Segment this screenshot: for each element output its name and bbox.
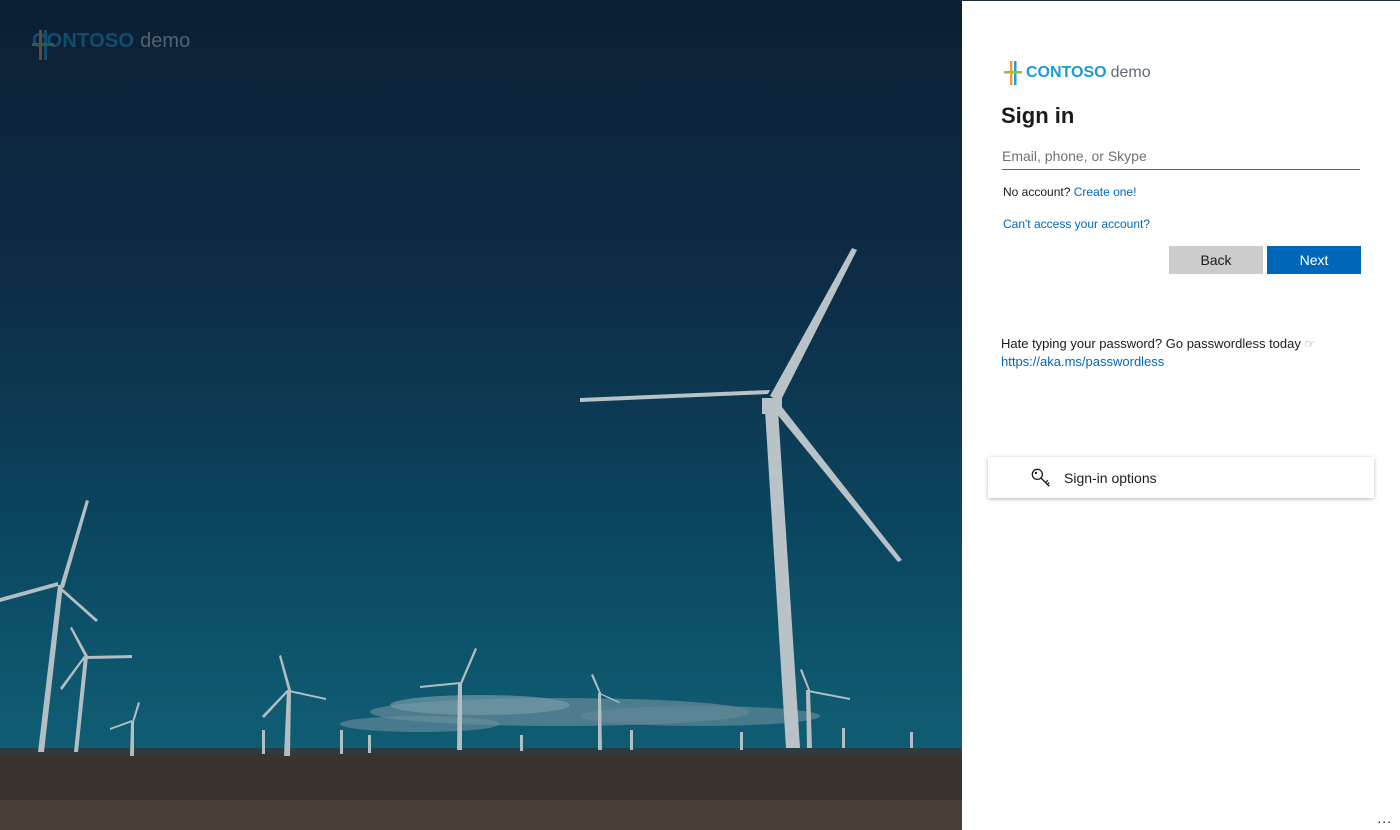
background-logo-suffix: demo: [140, 30, 191, 52]
passwordless-promo: Hate typing your password? Go passwordle…: [1001, 335, 1315, 371]
cant-access-row: Can't access your account?: [1003, 217, 1150, 231]
wind-farm-scene: [0, 248, 962, 830]
background-image: CONTOSO demo: [0, 0, 962, 830]
logo-suffix: demo: [1110, 64, 1151, 81]
key-icon: [1031, 468, 1050, 487]
no-account-text: No account?: [1003, 185, 1071, 199]
next-button[interactable]: Next: [1267, 246, 1361, 274]
sign-in-panel: CONTOSO demo Sign in No account? Create …: [962, 0, 1400, 830]
cant-access-link[interactable]: Can't access your account?: [1003, 217, 1150, 231]
sign-in-options-label: Sign-in options: [1064, 469, 1157, 486]
background-logo: CONTOSO demo: [32, 30, 191, 60]
back-button[interactable]: Back: [1169, 246, 1263, 274]
no-account-row: No account? Create one!: [1003, 185, 1136, 199]
pointing-hand-icon: ☞: [1304, 337, 1316, 351]
contoso-logo-icon: [1004, 61, 1022, 85]
page-title: Sign in: [1001, 103, 1075, 128]
passwordless-link[interactable]: https://aka.ms/passwordless: [1001, 354, 1164, 369]
contoso-logo: CONTOSO demo: [1004, 61, 1151, 85]
email-input[interactable]: [1002, 143, 1360, 170]
sign-in-options-button[interactable]: Sign-in options: [988, 457, 1374, 498]
contoso-logo-icon: [32, 30, 54, 60]
logo-brand: CONTOSO: [1026, 64, 1107, 81]
create-account-link[interactable]: Create one!: [1074, 185, 1137, 199]
promo-text: Hate typing your password? Go passwordle…: [1001, 336, 1301, 351]
more-options-menu[interactable]: ...: [1377, 810, 1392, 826]
